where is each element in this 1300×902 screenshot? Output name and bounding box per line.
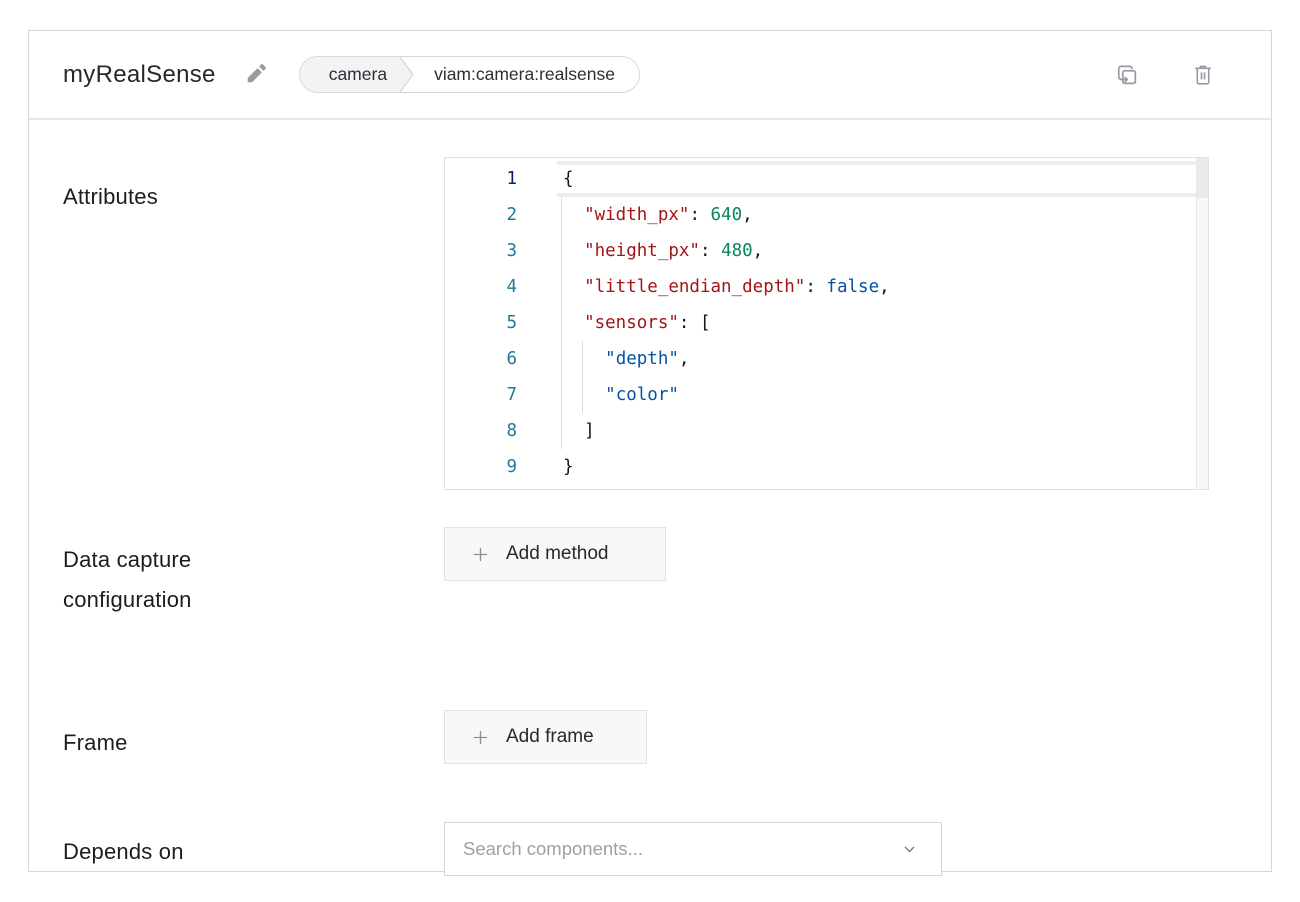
add-method-button[interactable]: Add method (444, 527, 666, 581)
code-line-content: "height_px": 480, (517, 233, 1208, 269)
chevron-right-icon (397, 57, 421, 92)
line-number: 5 (445, 305, 517, 341)
component-type-pill: camera viam:camera:realsense (299, 56, 640, 93)
line-number: 4 (445, 269, 517, 305)
indent-guide (582, 377, 583, 413)
duplicate-button[interactable] (1114, 62, 1140, 88)
code-line-content: "width_px": 640, (517, 197, 1208, 233)
code-line-content: "color" (517, 377, 1208, 413)
line-number: 3 (445, 233, 517, 269)
code-line-content: "sensors": [ (517, 305, 1208, 341)
code-line: 4 "little_endian_depth": false, (445, 269, 1208, 305)
search-components-input[interactable] (445, 823, 941, 875)
code-line-content: } (517, 449, 1208, 485)
indent-guide (561, 197, 562, 233)
page: myRealSense camera viam:camera:realsense (0, 0, 1300, 902)
code-line-content: ] (517, 413, 1208, 449)
editor-scrollbar[interactable] (1196, 158, 1208, 489)
indent-guide (561, 305, 562, 341)
code-lines: 1{2 "width_px": 640,3 "height_px": 480,4… (445, 158, 1208, 485)
frame-label: Frame (63, 710, 444, 764)
trash-icon (1190, 62, 1216, 88)
attributes-label: Attributes (63, 157, 444, 490)
plus-icon (471, 728, 490, 747)
depends-on-row: Depends on (63, 822, 1209, 876)
data-capture-row: Data capture configuration Add method (63, 527, 1209, 620)
code-line-content: { (517, 161, 1208, 197)
line-number: 9 (445, 449, 517, 485)
line-number: 2 (445, 197, 517, 233)
header-actions (1114, 62, 1237, 88)
line-number: 1 (445, 161, 517, 197)
indent-guide (561, 233, 562, 269)
code-line: 6 "depth", (445, 341, 1208, 377)
line-number: 7 (445, 377, 517, 413)
attributes-row: Attributes 1{2 "width_px": 640,3 "height… (63, 157, 1209, 490)
component-body: Attributes 1{2 "width_px": 640,3 "height… (29, 157, 1271, 876)
code-line-content: "depth", (517, 341, 1208, 377)
component-type: camera (300, 57, 397, 92)
component-model: viam:camera:realsense (421, 57, 639, 92)
scrollbar-thumb[interactable] (1197, 158, 1208, 198)
line-number: 8 (445, 413, 517, 449)
code-line: 3 "height_px": 480, (445, 233, 1208, 269)
indent-guide (561, 269, 562, 305)
frame-row: Frame Add frame (63, 710, 1209, 764)
code-line: 1{ (445, 161, 1208, 197)
indent-guide (561, 413, 562, 449)
line-number: 6 (445, 341, 517, 377)
depends-on-label: Depends on (63, 822, 444, 876)
code-line: 2 "width_px": 640, (445, 197, 1208, 233)
code-line: 5 "sensors": [ (445, 305, 1208, 341)
delete-button[interactable] (1190, 62, 1216, 88)
depends-on-select[interactable] (444, 822, 942, 876)
indent-guide (561, 341, 562, 377)
add-frame-label: Add frame (506, 726, 594, 748)
indent-guide (582, 341, 583, 377)
component-name: myRealSense (63, 61, 216, 89)
code-line: 7 "color" (445, 377, 1208, 413)
rename-button[interactable] (242, 61, 269, 88)
add-method-label: Add method (506, 543, 608, 565)
code-line: 8 ] (445, 413, 1208, 449)
component-header: myRealSense camera viam:camera:realsense (29, 31, 1271, 120)
indent-guide (561, 377, 562, 413)
data-capture-label: Data capture configuration (63, 527, 444, 620)
attributes-code-editor[interactable]: 1{2 "width_px": 640,3 "height_px": 480,4… (444, 157, 1209, 490)
pencil-icon (242, 61, 269, 88)
code-line: 9} (445, 449, 1208, 485)
add-frame-button[interactable]: Add frame (444, 710, 647, 764)
component-card: myRealSense camera viam:camera:realsense (28, 30, 1272, 872)
plus-icon (471, 545, 490, 564)
duplicate-icon (1114, 62, 1140, 88)
code-line-content: "little_endian_depth": false, (517, 269, 1208, 305)
